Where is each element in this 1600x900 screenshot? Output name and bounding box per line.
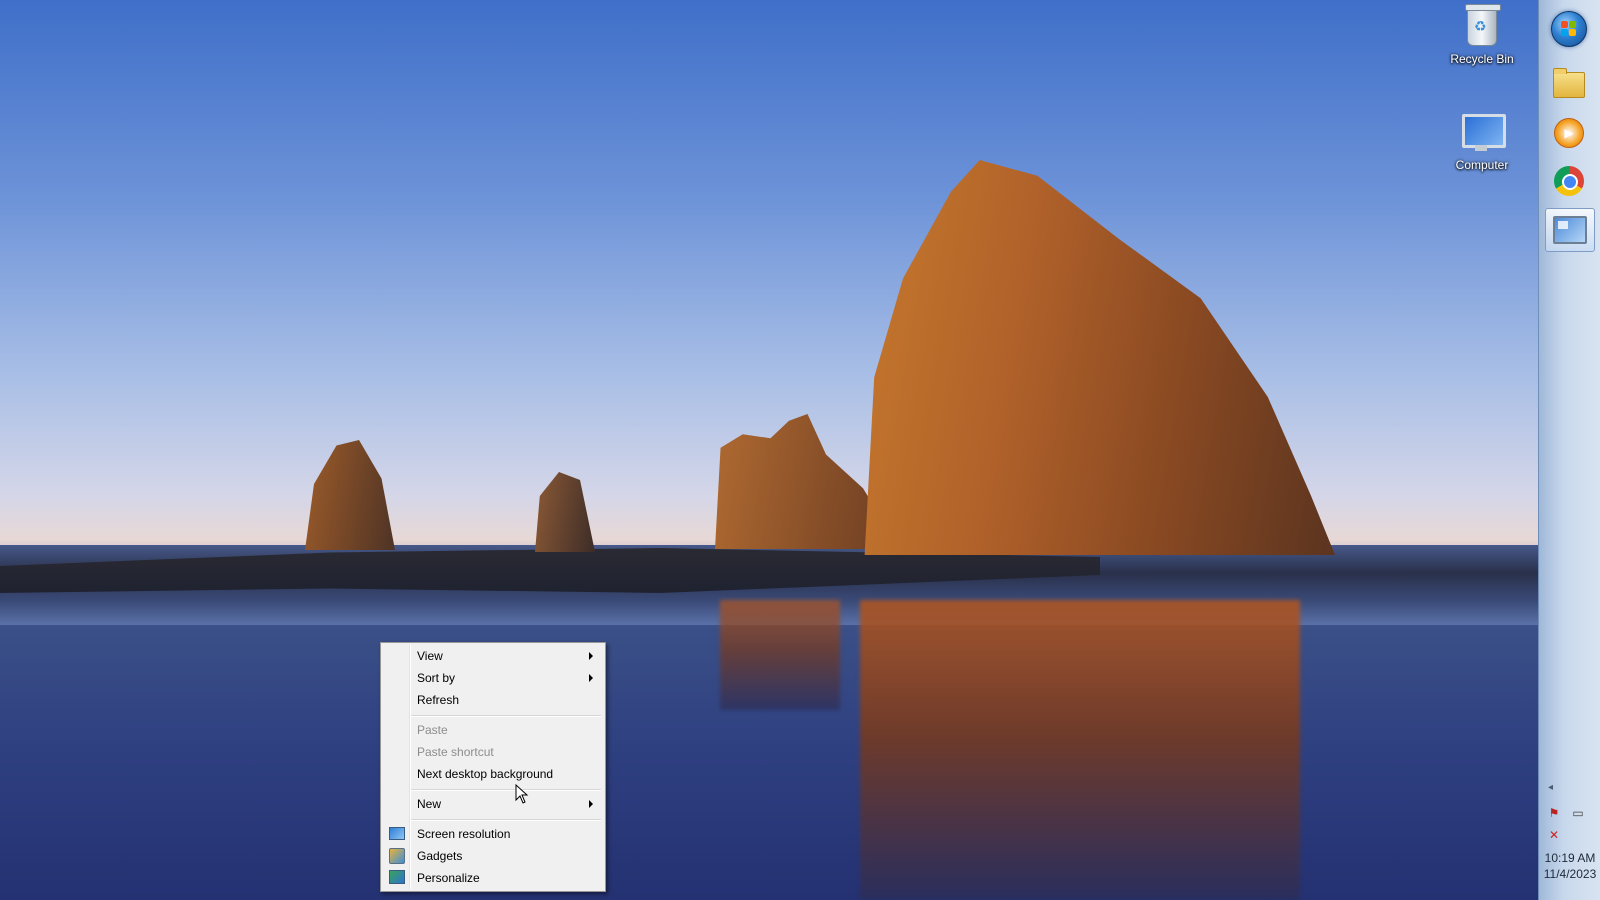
system-clock[interactable]: 10:19 AM 11/4/2023 — [1540, 850, 1600, 882]
submenu-arrow-icon — [589, 674, 593, 682]
folder-icon — [1553, 68, 1585, 98]
submenu-arrow-icon — [589, 800, 593, 808]
menu-item-paste: Paste — [383, 719, 603, 741]
menu-item-next-desktop-background[interactable]: Next desktop background — [383, 763, 603, 785]
clock-time: 10:19 AM — [1544, 851, 1596, 865]
menu-item-label: New — [417, 797, 442, 811]
taskbar: ▶ — [1538, 0, 1600, 900]
menu-separator — [411, 789, 601, 791]
menu-item-sort-by[interactable]: Sort by — [383, 667, 603, 689]
menu-item-label: Gadgets — [417, 849, 463, 863]
menu-item-label: Refresh — [417, 693, 460, 707]
wallpaper-rock-left — [305, 440, 395, 550]
screen-resolution-icon — [389, 826, 405, 842]
menu-item-label: Paste — [417, 723, 448, 737]
taskbar-explorer-button[interactable] — [1547, 64, 1591, 106]
media-player-icon: ▶ — [1554, 118, 1584, 148]
menu-separator — [411, 715, 601, 717]
menu-item-label: Personalize — [417, 871, 480, 885]
menu-item-paste-shortcut: Paste shortcut — [383, 741, 603, 763]
menu-item-personalize[interactable]: Personalize — [383, 867, 603, 889]
menu-item-label: Paste shortcut — [417, 745, 494, 759]
submenu-arrow-icon — [589, 652, 593, 660]
gadgets-icon — [389, 848, 405, 864]
menu-separator — [411, 819, 601, 821]
windows-start-orb-icon — [1551, 11, 1587, 47]
personalize-icon — [389, 870, 405, 886]
remote-desktop-icon — [1553, 216, 1587, 244]
taskbar-media-player-button[interactable]: ▶ — [1547, 112, 1591, 154]
wallpaper-reflection-small — [720, 600, 840, 710]
show-hidden-icons-button[interactable]: ◂ — [1548, 782, 1560, 796]
wallpaper-reflection — [860, 600, 1300, 900]
clock-date: 11/4/2023 — [1543, 867, 1597, 881]
chrome-icon — [1554, 166, 1584, 196]
volume-muted-icon[interactable]: ✕ — [1546, 828, 1562, 842]
menu-item-refresh[interactable]: Refresh — [383, 689, 603, 711]
computer-shortcut[interactable]: Computer — [1442, 110, 1522, 172]
desktop-background[interactable]: Recycle Bin Computer — [0, 0, 1538, 900]
menu-item-label: Screen resolution — [417, 827, 511, 841]
recycle-bin-shortcut[interactable]: Recycle Bin — [1442, 4, 1522, 66]
computer-label: Computer — [1455, 158, 1509, 172]
menu-item-label: View — [417, 649, 443, 663]
menu-item-label: Sort by — [417, 671, 456, 685]
recycle-bin-icon — [1462, 4, 1502, 48]
network-icon[interactable]: ▭ — [1570, 806, 1586, 820]
menu-item-view[interactable]: View — [383, 645, 603, 667]
menu-item-screen-resolution[interactable]: Screen resolution — [383, 823, 603, 845]
mouse-pointer-icon — [515, 784, 529, 804]
taskbar-remote-desktop-button[interactable] — [1545, 208, 1595, 252]
menu-item-gadgets[interactable]: Gadgets — [383, 845, 603, 867]
recycle-bin-label: Recycle Bin — [1450, 52, 1514, 66]
wallpaper-haystack-rock — [864, 160, 1335, 555]
desktop-context-menu: View Sort by Refresh Paste Paste shortcu… — [380, 642, 606, 892]
taskbar-chrome-button[interactable] — [1547, 160, 1591, 202]
menu-item-label: Next desktop background — [417, 767, 554, 781]
menu-item-new[interactable]: New — [383, 793, 603, 815]
start-button[interactable] — [1547, 8, 1591, 50]
computer-icon — [1462, 114, 1506, 154]
wallpaper-rock-middle — [535, 472, 595, 552]
action-center-flag-icon[interactable]: ⚑ — [1546, 806, 1562, 820]
